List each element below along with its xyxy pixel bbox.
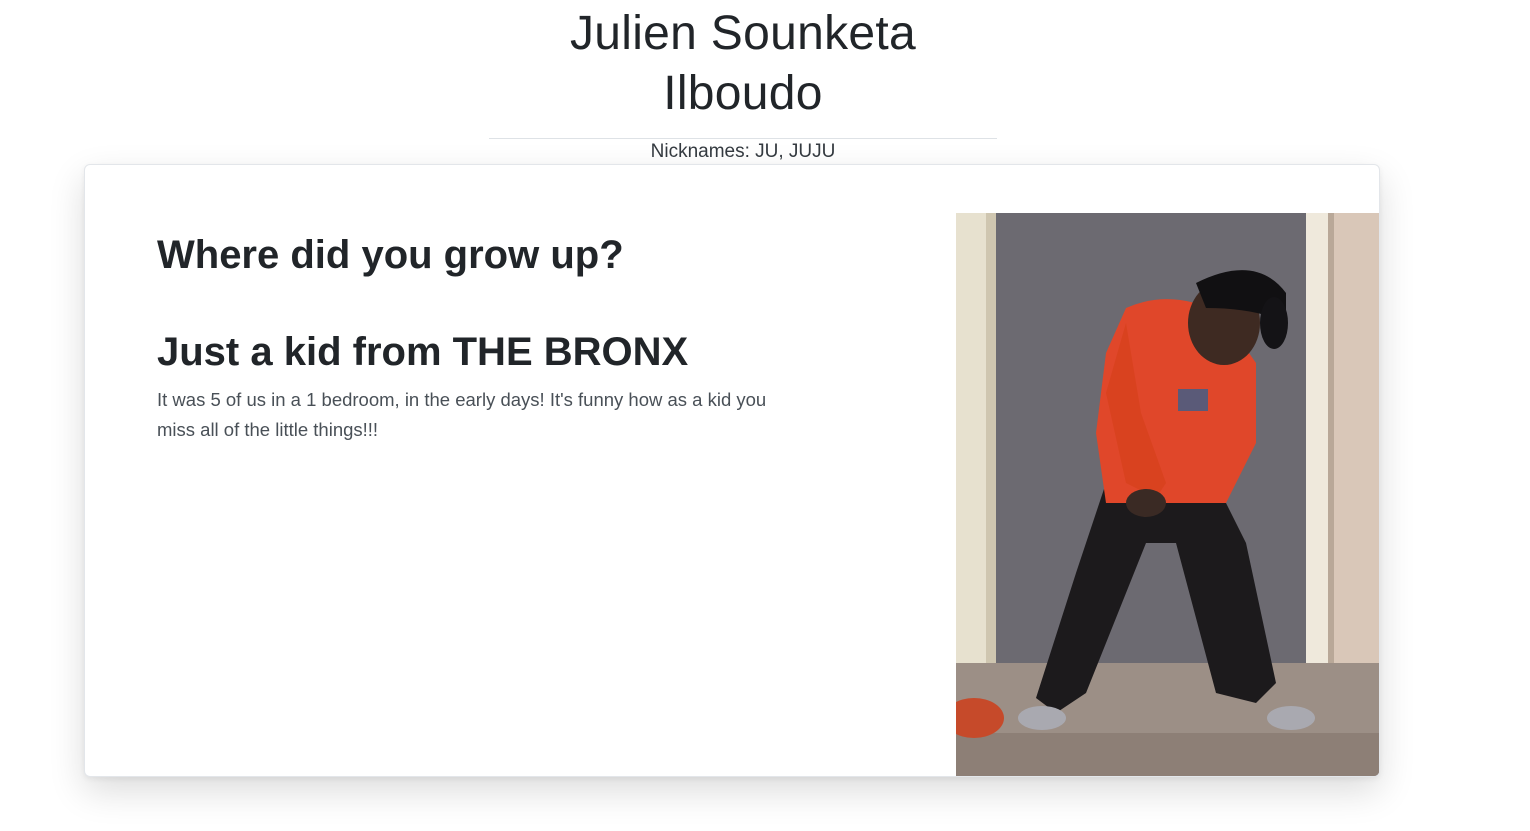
page-title: Julien Sounketa Ilboudo [569, 7, 917, 120]
page: Julien Sounketa Ilboudo Nicknames: JU, J… [0, 0, 1530, 831]
answer-body: It was 5 of us in a 1 bedroom, in the ea… [157, 389, 767, 440]
header-divider [489, 138, 997, 139]
header: Julien Sounketa Ilboudo Nicknames: JU, J… [489, 0, 997, 164]
answer-title: Just a kid from THE BRONX [157, 330, 689, 374]
nicknames-text: Nicknames: JU, JUJU [650, 141, 836, 162]
question-heading: Where did you grow up? [157, 233, 624, 277]
childhood-photo [956, 213, 1379, 776]
story-card: Where did you grow up? Just a kid from T… [84, 164, 1380, 777]
card-text: Where did you grow up? Just a kid from T… [157, 229, 797, 445]
